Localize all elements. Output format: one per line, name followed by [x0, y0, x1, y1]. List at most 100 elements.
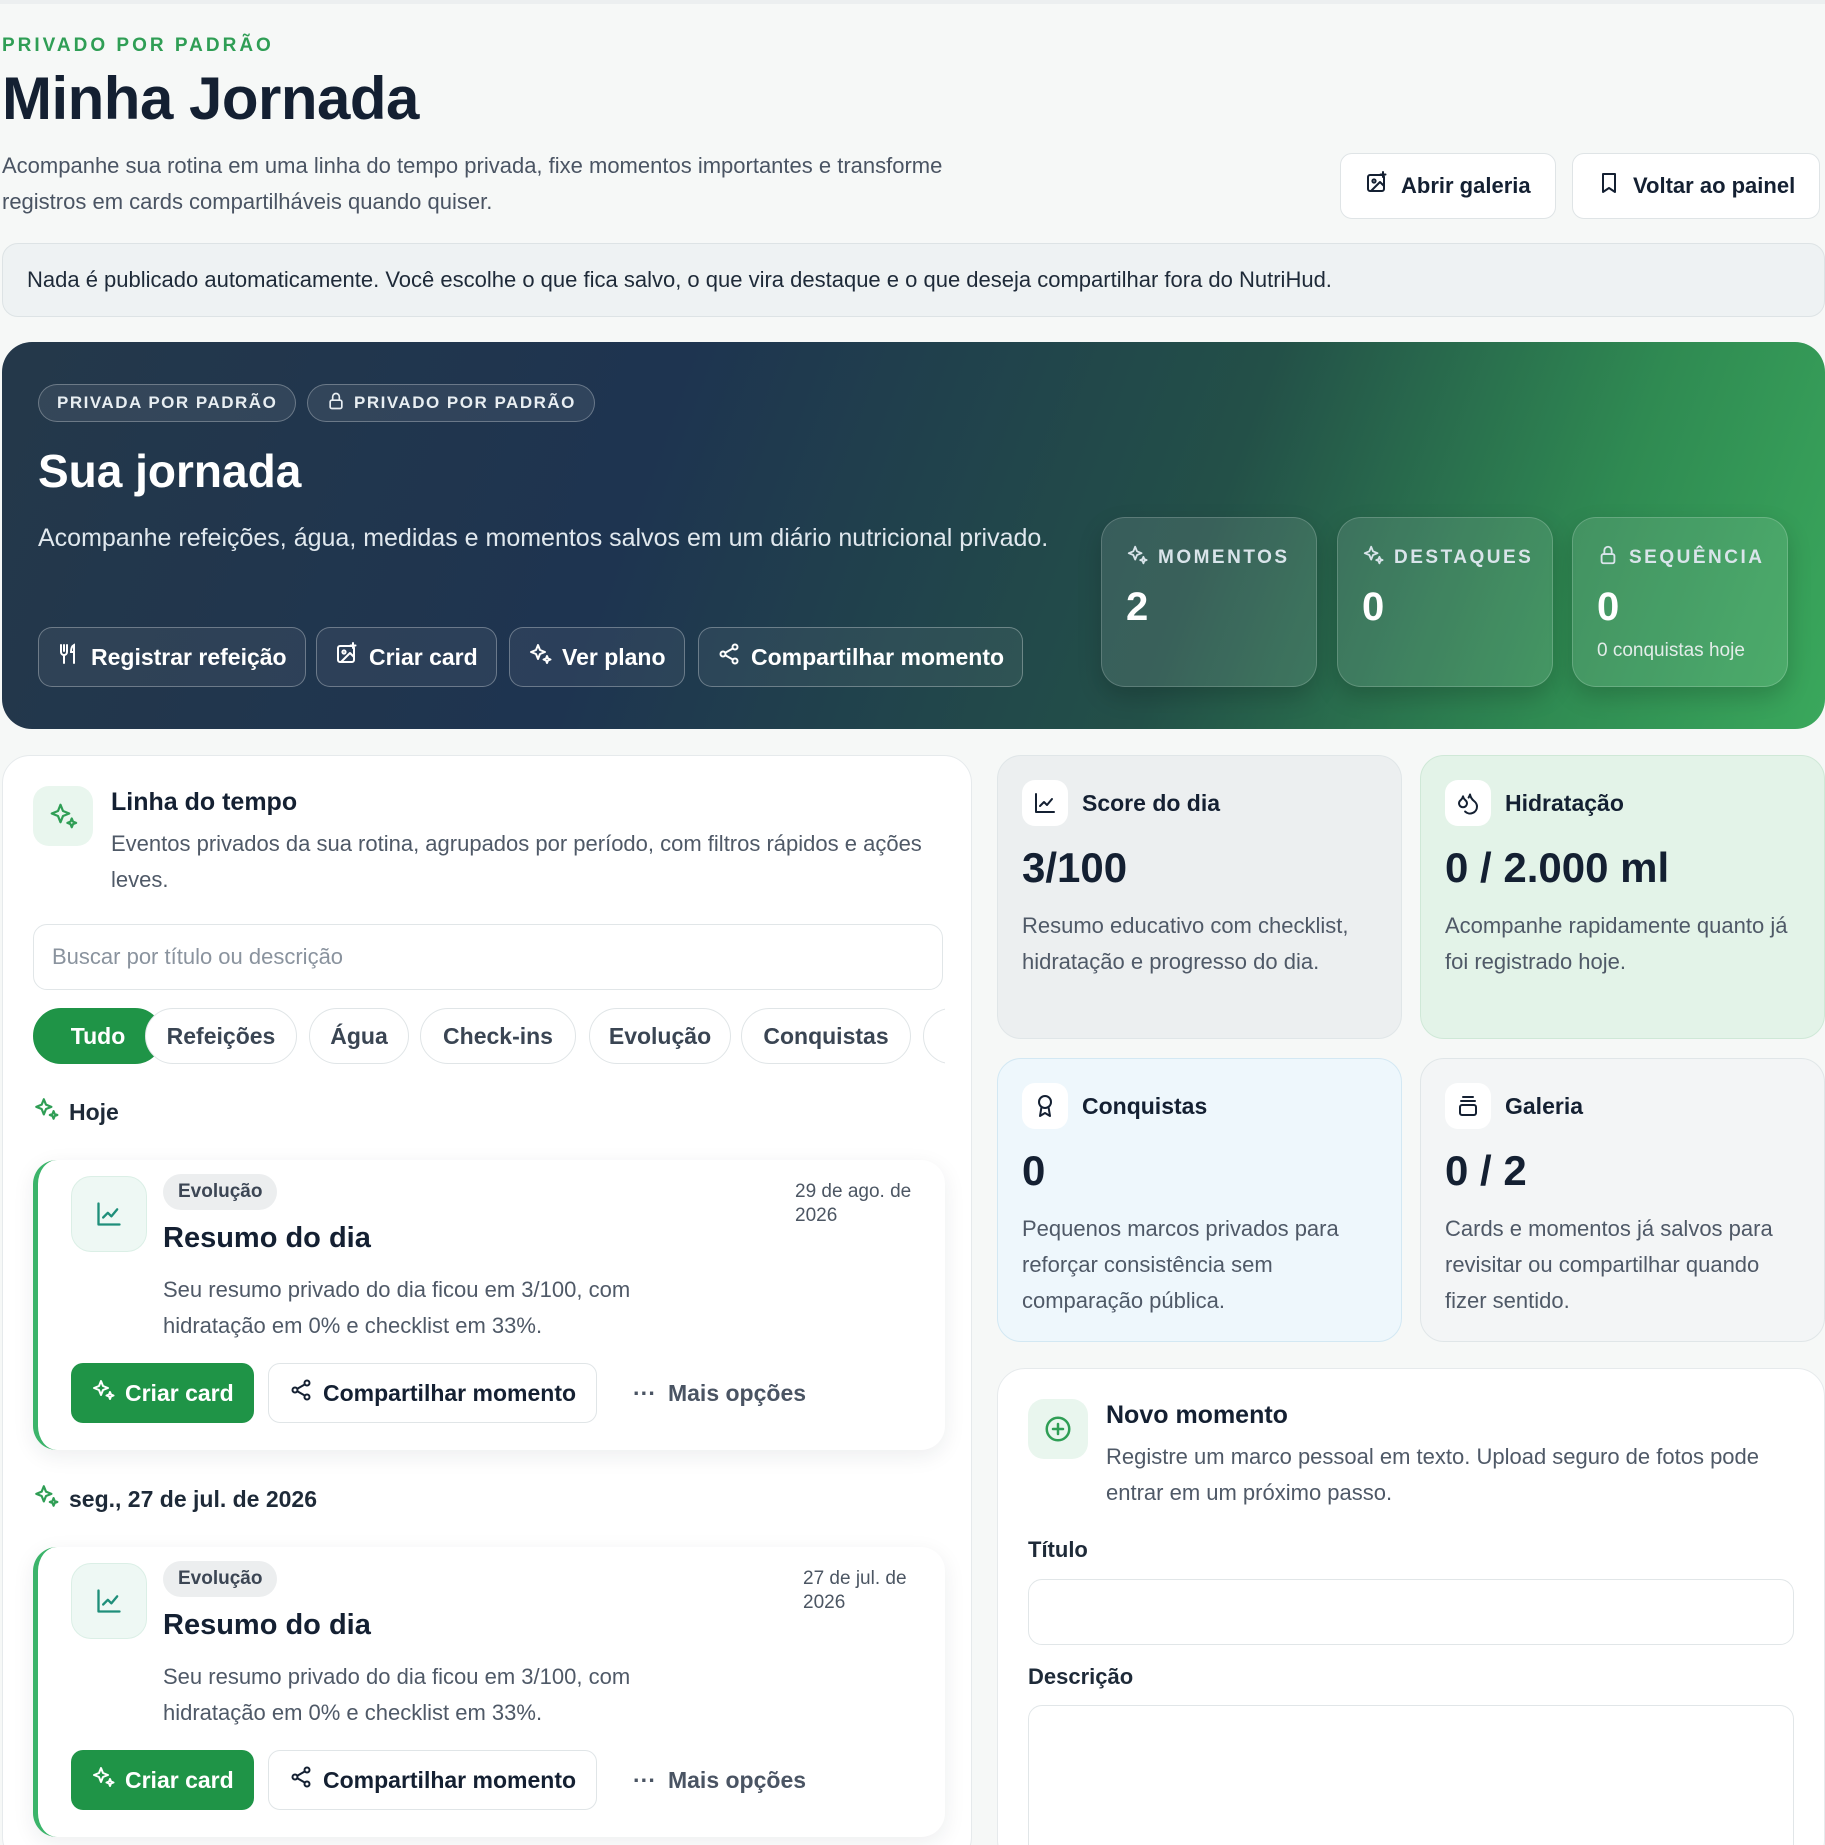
- score-title: Score do dia: [1082, 789, 1221, 816]
- more-options-label: Mais opções: [667, 1766, 807, 1793]
- gallery-title: Galeria: [1505, 1092, 1583, 1119]
- sparkles-icon: [33, 1096, 59, 1128]
- stat-moments-label: MOMENTOS: [1158, 547, 1290, 568]
- new-moment-subtitle: Registre um marco pessoal em texto. Uplo…: [1106, 1444, 1760, 1505]
- event-title: Resumo do dia: [163, 1609, 371, 1641]
- sparkles-icon: [33, 786, 93, 846]
- ellipsis-icon: ···: [633, 1379, 656, 1406]
- eyebrow: PRIVADO POR PADRÃO: [2, 35, 274, 56]
- award-icon: [1022, 1083, 1068, 1129]
- filter-evolution[interactable]: Evolução: [589, 1008, 731, 1064]
- bookmark-icon: [1597, 171, 1621, 201]
- event-date: 29 de ago. de 2026: [795, 1181, 912, 1226]
- share-moment-label: Compartilhar momento: [323, 1379, 577, 1406]
- filter-achievements[interactable]: Conquistas: [741, 1008, 911, 1064]
- achievements-value: 0: [1022, 1147, 1046, 1194]
- event-title: Resumo do dia: [163, 1222, 371, 1254]
- share-moment-button[interactable]: Compartilhar momento: [698, 627, 1024, 687]
- stat-streak-value: 0: [1597, 585, 1620, 629]
- timeline-title: Linha do tempo: [111, 788, 298, 816]
- page-subtitle: Acompanhe sua rotina em uma linha do tem…: [2, 153, 943, 214]
- title-field-label: Título: [1028, 1537, 1088, 1562]
- description-field-label: Descrição: [1028, 1664, 1134, 1689]
- plus-circle-icon: [1028, 1399, 1088, 1459]
- register-meal-button[interactable]: Registrar refeição: [38, 627, 306, 687]
- search-input[interactable]: [33, 924, 943, 990]
- share-icon: [289, 1765, 313, 1795]
- group-date: seg., 27 de jul. de 2026: [33, 1483, 317, 1515]
- group-today: Hoje: [33, 1096, 119, 1128]
- filter-more[interactable]: [923, 1008, 945, 1064]
- create-card-button[interactable]: Criar card: [71, 1363, 254, 1423]
- view-plan-button[interactable]: Ver plano: [509, 627, 685, 687]
- create-card-button[interactable]: Criar card: [71, 1750, 254, 1810]
- register-meal-label: Registrar refeição: [91, 643, 287, 670]
- filter-all[interactable]: Tudo: [33, 1008, 163, 1064]
- image-plus-icon: [1365, 171, 1389, 201]
- group-today-label: Hoje: [69, 1098, 119, 1125]
- timeline-panel: Linha do tempo Eventos privados da sua r…: [2, 755, 972, 1845]
- filter-water[interactable]: Água: [309, 1008, 409, 1064]
- filter-meals[interactable]: Refeições: [145, 1008, 297, 1064]
- create-card-label: Criar card: [369, 643, 478, 670]
- filter-chips: Tudo Refeições Água Check-ins Evolução C…: [33, 1008, 945, 1066]
- more-options-button[interactable]: ··· Mais opções: [633, 1363, 806, 1423]
- event-tag: Evolução: [163, 1174, 278, 1210]
- share-icon: [289, 1378, 313, 1408]
- hydration-description: Acompanhe rapidamente quanto já foi regi…: [1445, 913, 1788, 974]
- new-moment-panel: Novo momento Registre um marco pessoal e…: [997, 1368, 1825, 1845]
- stat-highlights: DESTAQUES 0: [1337, 517, 1553, 687]
- create-card-label: Criar card: [125, 1766, 234, 1793]
- score-value: 3/100: [1022, 844, 1128, 891]
- journey-hero: PRIVADA POR PADRÃO PRIVADO POR PADRÃO Su…: [2, 342, 1825, 729]
- group-date-label: seg., 27 de jul. de 2026: [69, 1485, 318, 1512]
- privacy-pill-lock-label: PRIVADO POR PADRÃO: [354, 393, 576, 412]
- gallery-description: Cards e momentos já salvos para revisita…: [1445, 1216, 1773, 1313]
- droplets-icon: [1445, 780, 1491, 826]
- gallery-value: 0 / 2: [1445, 1147, 1527, 1194]
- title-input[interactable]: [1028, 1579, 1794, 1645]
- achievements-description: Pequenos marcos privados para reforçar c…: [1022, 1216, 1339, 1313]
- page-title: Minha Jornada: [2, 65, 419, 132]
- hero-subtitle: Acompanhe refeições, água, medidas e mom…: [38, 524, 1049, 552]
- sparkles-icon: [91, 1765, 115, 1795]
- stat-highlights-label: DESTAQUES: [1394, 547, 1534, 568]
- more-options-label: Mais opções: [667, 1379, 807, 1406]
- share-moment-button[interactable]: Compartilhar momento: [268, 1750, 598, 1810]
- new-moment-title: Novo momento: [1106, 1401, 1288, 1429]
- stat-moments: MOMENTOS 2: [1101, 517, 1317, 687]
- create-card-label: Criar card: [125, 1379, 234, 1406]
- privacy-notice: Nada é publicado automaticamente. Você e…: [2, 243, 1825, 317]
- sparkles-icon: [33, 1483, 59, 1515]
- hydration-value: 0 / 2.000 ml: [1445, 844, 1670, 891]
- privacy-pill: PRIVADA POR PADRÃO: [38, 384, 297, 422]
- timeline-subtitle: Eventos privados da sua rotina, agrupado…: [111, 831, 922, 892]
- sparkles-icon: [1126, 544, 1148, 572]
- gallery-card: Galeria 0 / 2 Cards e momentos já salvos…: [1420, 1058, 1825, 1342]
- open-gallery-button[interactable]: Abrir galeria: [1340, 153, 1556, 219]
- create-card-button[interactable]: Criar card: [316, 627, 497, 687]
- event-date: 27 de jul. de 2026: [803, 1568, 907, 1613]
- back-panel-button[interactable]: Voltar ao painel: [1572, 153, 1821, 219]
- event-description: Seu resumo privado do dia ficou em 3/100…: [163, 1664, 631, 1725]
- timeline-event: Evolução 27 de jul. de 2026 Resumo do di…: [33, 1547, 945, 1837]
- ellipsis-icon: ···: [633, 1766, 656, 1793]
- sparkles-icon: [91, 1378, 115, 1408]
- chart-line-icon: [71, 1176, 147, 1252]
- more-options-button[interactable]: ··· Mais opções: [633, 1750, 806, 1810]
- sparkles-icon: [1362, 544, 1384, 572]
- lock-icon: [326, 391, 346, 416]
- achievements-title: Conquistas: [1082, 1092, 1208, 1119]
- share-moment-label: Compartilhar momento: [323, 1766, 577, 1793]
- stat-streak-label: SEQUÊNCIA: [1629, 547, 1765, 568]
- stat-highlights-value: 0: [1362, 585, 1385, 629]
- score-card: Score do dia 3/100 Resumo educativo com …: [997, 755, 1402, 1039]
- hero-title: Sua jornada: [38, 445, 302, 497]
- description-textarea[interactable]: [1028, 1705, 1794, 1845]
- open-gallery-label: Abrir galeria: [1401, 173, 1531, 198]
- timeline-event: Evolução 29 de ago. de 2026 Resumo do di…: [33, 1160, 945, 1450]
- back-panel-label: Voltar ao painel: [1633, 173, 1796, 198]
- share-moment-button[interactable]: Compartilhar momento: [268, 1363, 598, 1423]
- filter-checkins[interactable]: Check-ins: [420, 1008, 576, 1064]
- event-tag: Evolução: [163, 1561, 278, 1597]
